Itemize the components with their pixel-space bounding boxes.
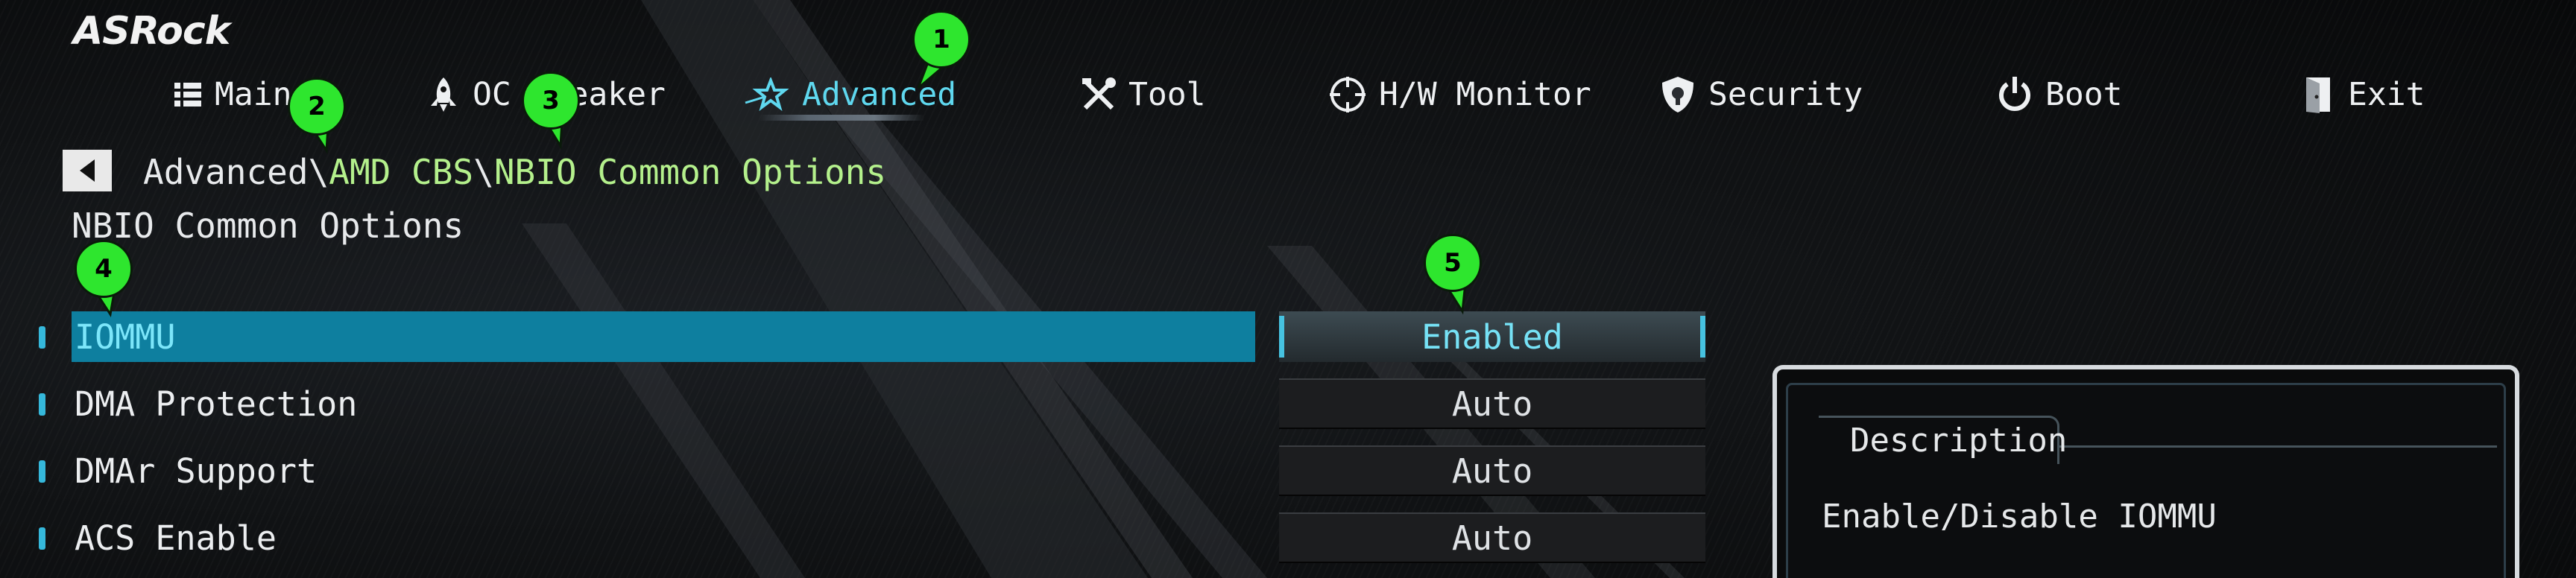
option-label: DMAr Support xyxy=(75,451,318,491)
tab-tool-label: Tool xyxy=(1128,76,1206,113)
tab-main-label: Main xyxy=(215,76,292,113)
option-value-text: Auto xyxy=(1451,518,1533,558)
option-marker xyxy=(39,460,45,483)
option-value-text: Auto xyxy=(1451,384,1533,424)
breadcrumb-separator: \ xyxy=(473,152,494,192)
tab-tool[interactable]: Tool xyxy=(1081,66,1206,124)
tab-main[interactable]: Main xyxy=(173,66,292,124)
crosshair-icon xyxy=(1328,75,1367,114)
power-icon xyxy=(1996,75,2033,114)
option-value-iommu[interactable]: Enabled xyxy=(1279,311,1705,362)
option-marker xyxy=(39,527,45,550)
option-label: DMA Protection xyxy=(75,384,358,424)
value-left-cap xyxy=(1279,316,1284,358)
shield-icon xyxy=(1659,75,1696,114)
back-arrow-icon xyxy=(80,159,95,182)
description-title: Description xyxy=(1850,422,2068,460)
option-value-text: Auto xyxy=(1451,451,1533,491)
breadcrumb-root[interactable]: Advanced xyxy=(143,152,309,192)
annotation-marker-2: 2 xyxy=(288,77,350,159)
active-tab-underline xyxy=(759,115,924,121)
option-row-iommu[interactable]: IOMMU xyxy=(39,311,1255,362)
annotation-marker-4: 4 xyxy=(75,240,137,322)
tab-exit[interactable]: Exit xyxy=(2303,66,2425,124)
asrock-logo: ASRock xyxy=(73,9,230,54)
option-value-text: Enabled xyxy=(1421,317,1563,357)
option-marker xyxy=(39,393,45,416)
option-row-dma-protection[interactable]: DMA Protection xyxy=(39,378,1216,429)
breadcrumb-nbio-common-options[interactable]: NBIO Common Options xyxy=(494,152,886,192)
option-row-dmar-support[interactable]: DMAr Support xyxy=(39,445,1216,496)
star-icon xyxy=(744,77,790,112)
tab-security[interactable]: Security xyxy=(1659,66,1863,124)
tab-boot[interactable]: Boot xyxy=(1996,66,2123,124)
list-icon xyxy=(173,80,203,109)
exit-door-icon xyxy=(2303,76,2336,113)
description-text: Enable/Disable IOMMU xyxy=(1822,498,2217,536)
tab-boot-label: Boot xyxy=(2045,76,2123,113)
selection-highlight xyxy=(72,311,1255,362)
annotation-marker-3: 3 xyxy=(522,72,584,153)
tab-hw-monitor-label: H/W Monitor xyxy=(1379,76,1591,113)
tab-security-label: Security xyxy=(1708,76,1863,113)
breadcrumb-amd-cbs[interactable]: AMD CBS xyxy=(329,152,473,192)
tab-hw-monitor[interactable]: H/W Monitor xyxy=(1328,66,1591,124)
description-panel-inner xyxy=(1786,383,2506,578)
option-value-dma-protection[interactable]: Auto xyxy=(1279,378,1705,429)
breadcrumb: Advanced \ AMD CBS \ NBIO Common Options xyxy=(143,150,886,194)
back-button[interactable] xyxy=(63,150,112,191)
option-value-dmar-support[interactable]: Auto xyxy=(1279,445,1705,496)
annotation-marker-1: 1 xyxy=(912,10,975,92)
option-marker xyxy=(39,326,45,349)
top-navigation: Main OC Tweaker Advanced Tool H/W Monito… xyxy=(0,66,2576,124)
annotation-marker-5: 5 xyxy=(1424,234,1486,316)
value-right-cap xyxy=(1700,316,1705,358)
rocket-icon xyxy=(426,76,461,113)
tools-icon xyxy=(1081,77,1117,112)
option-row-acs-enable[interactable]: ACS Enable xyxy=(39,512,1216,563)
tab-exit-label: Exit xyxy=(2348,76,2425,113)
description-divider xyxy=(2057,445,2497,448)
option-label: ACS Enable xyxy=(75,518,277,558)
option-value-acs-enable[interactable]: Auto xyxy=(1279,512,1705,563)
